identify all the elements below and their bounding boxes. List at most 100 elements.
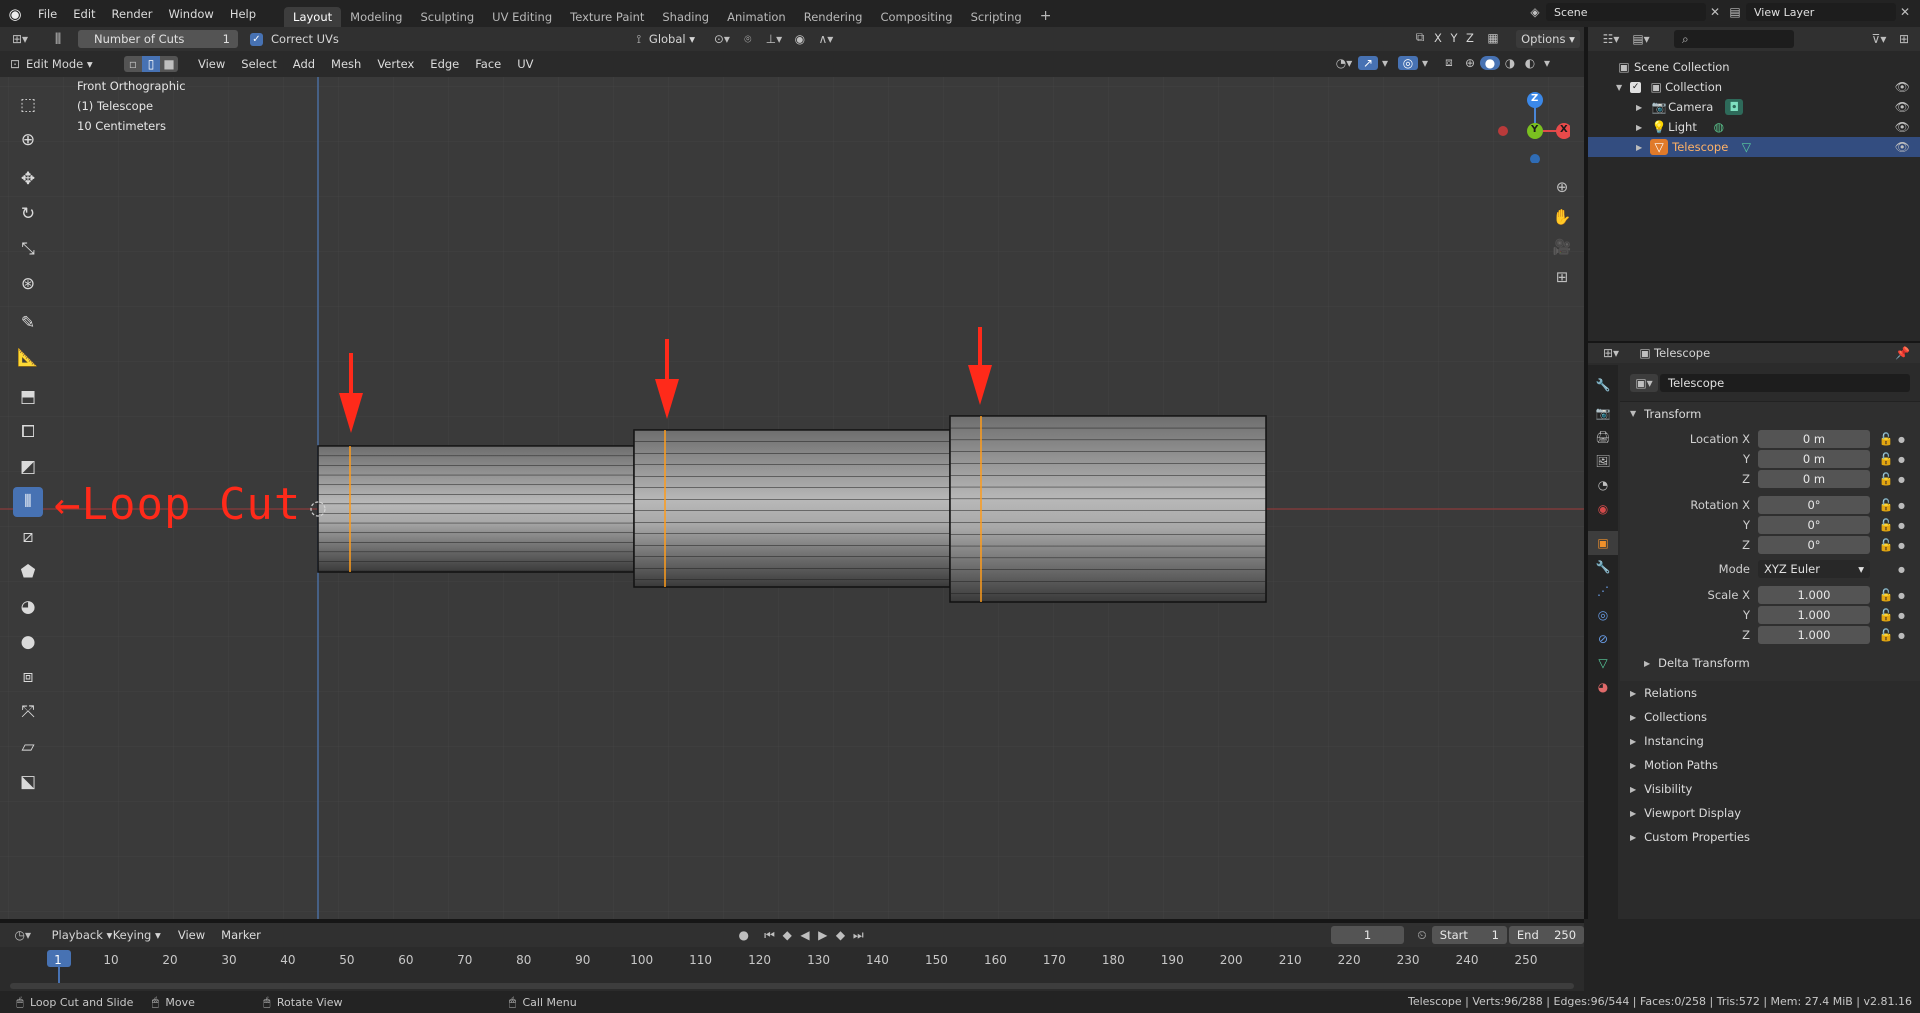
menu-window[interactable]: Window <box>160 7 221 21</box>
menu-uv[interactable]: UV <box>509 57 541 71</box>
navigation-gizmo[interactable]: Z Y X <box>1490 83 1572 164</box>
viewport-display-panel[interactable]: ▶ Viewport Display <box>1620 801 1920 825</box>
mode-dropdown[interactable]: Edit Mode ▾ <box>26 57 124 71</box>
axis-gizmo[interactable] <box>1490 83 1572 164</box>
pin-icon[interactable]: 📌 <box>1895 346 1910 360</box>
prev-keyframe-icon[interactable]: ◆ <box>778 928 796 942</box>
jump-start-icon[interactable]: ⏮ <box>761 928 779 943</box>
cursor-tool-icon[interactable]: ⊕ <box>13 125 43 155</box>
tab-modeling[interactable]: Modeling <box>341 7 411 27</box>
outliner-search-input[interactable]: ⌕ <box>1674 30 1794 48</box>
lock-icon[interactable]: 🔓 <box>1874 588 1898 602</box>
menu-file[interactable]: File <box>30 7 65 21</box>
keyframe-dot-icon[interactable]: ● <box>1898 611 1905 620</box>
pivot-icon[interactable]: ⊙▾ <box>707 32 737 46</box>
scale-z-field[interactable]: 1.000 <box>1758 626 1870 644</box>
location-y-field[interactable]: 0 m <box>1758 450 1870 468</box>
custom-properties-panel[interactable]: ▶ Custom Properties <box>1620 825 1920 849</box>
snap-target-icon[interactable]: ⊥▾ <box>759 32 789 46</box>
shrink-fatten-tool-icon[interactable]: ⤧ <box>13 697 43 727</box>
lock-icon[interactable]: 🔓 <box>1874 538 1898 552</box>
shear-tool-icon[interactable]: ▱ <box>13 732 43 762</box>
start-frame-field[interactable]: Start 1 <box>1431 926 1507 944</box>
timeline-scrollbar[interactable] <box>10 983 1574 989</box>
expand-icon[interactable]: ▼ <box>1616 83 1622 92</box>
knife-tool-icon[interactable]: ⧄ <box>13 522 43 552</box>
menu-face[interactable]: Face <box>467 57 509 71</box>
menu-view[interactable]: View <box>190 57 233 71</box>
delta-transform-subpanel[interactable]: ▶ Delta Transform <box>1620 653 1920 673</box>
pan-hand-icon[interactable]: ✋ <box>1548 203 1576 231</box>
lock-icon[interactable]: 🔓 <box>1874 608 1898 622</box>
outliner-item-light[interactable]: ▶ 💡 Light ◍ 👁 <box>1588 117 1920 137</box>
expand-icon[interactable]: ▶ <box>1636 123 1642 132</box>
edge-select-icon[interactable]: ▯ <box>142 56 160 72</box>
annotate-tool-icon[interactable]: ✎ <box>13 308 43 338</box>
blender-logo[interactable]: ◉ <box>0 5 30 23</box>
play-reverse-icon[interactable]: ◀ <box>796 928 814 942</box>
lock-icon[interactable]: 🔓 <box>1874 498 1898 512</box>
options-dropdown[interactable]: Options ▾ <box>1516 30 1580 48</box>
scene-field[interactable]: Scene <box>1546 3 1706 21</box>
outliner-scene-collection[interactable]: ▣ Scene Collection <box>1588 57 1920 77</box>
menu-add[interactable]: Add <box>285 57 323 71</box>
shading-dropdown-icon[interactable]: ▾ <box>1540 56 1554 70</box>
axis-y-toggle[interactable]: Y <box>1446 31 1462 45</box>
timeline-view-menu[interactable]: View <box>170 928 213 942</box>
rotation-mode-dropdown[interactable]: XYZ Euler ▾ <box>1758 560 1870 578</box>
tab-uv-editing[interactable]: UV Editing <box>483 7 561 27</box>
editor-type-icon[interactable]: ⊞▾ <box>0 32 40 46</box>
relations-panel[interactable]: ▶ Relations <box>1620 681 1920 705</box>
current-frame-field[interactable]: 1 <box>1331 926 1405 944</box>
object-tab-icon[interactable]: ▣ <box>1588 531 1618 555</box>
menu-render[interactable]: Render <box>104 7 161 21</box>
keyframe-dot-icon[interactable]: ● <box>1898 455 1905 464</box>
number-of-cuts-field[interactable]: Number of Cuts 1 <box>78 30 238 48</box>
overlay-icon[interactable]: ◎ <box>1398 55 1418 70</box>
object-icon[interactable]: ▣▾ <box>1630 374 1658 392</box>
render-tab-icon[interactable]: 📷 <box>1588 401 1618 425</box>
visibility-icon[interactable]: ◔▾ <box>1330 56 1358 70</box>
object-name-field[interactable]: Telescope <box>1660 374 1910 392</box>
ortho-toggle-icon[interactable]: ⊞ <box>1548 263 1576 291</box>
keyframe-dot-icon[interactable]: ● <box>1898 435 1905 444</box>
tube-medium[interactable] <box>633 429 951 588</box>
physics-tab-icon[interactable]: ◎ <box>1588 603 1618 627</box>
visibility-panel[interactable]: ▶ Visibility <box>1620 777 1920 801</box>
tube-large[interactable] <box>949 415 1267 603</box>
scale-y-field[interactable]: 1.000 <box>1758 606 1870 624</box>
bevel-tool-icon[interactable]: ◩ <box>13 452 43 482</box>
tab-sculpting[interactable]: Sculpting <box>411 7 483 27</box>
tab-compositing[interactable]: Compositing <box>871 7 961 27</box>
playback-menu[interactable]: Playback ▾ <box>52 928 113 942</box>
lock-icon[interactable]: 🔓 <box>1874 472 1898 486</box>
data-tab-icon[interactable]: ▽ <box>1588 651 1618 675</box>
rotation-z-field[interactable]: 0° <box>1758 536 1870 554</box>
keyframe-dot-icon[interactable]: ● <box>1898 475 1905 484</box>
axis-x-toggle[interactable]: X <box>1430 31 1446 45</box>
scene-tab-icon[interactable]: ◔ <box>1588 473 1618 497</box>
menu-select[interactable]: Select <box>233 57 284 71</box>
menu-edit[interactable]: Edit <box>65 7 103 21</box>
tab-texture-paint[interactable]: Texture Paint <box>561 7 653 27</box>
inset-tool-icon[interactable]: ⧠ <box>13 417 43 447</box>
lock-icon[interactable]: 🔓 <box>1874 432 1898 446</box>
keyframe-dot-icon[interactable]: ● <box>1898 521 1905 530</box>
light-data-icon[interactable]: ◍ <box>1711 120 1727 134</box>
vertex-select-icon[interactable]: ▫ <box>124 56 142 72</box>
zoom-icon[interactable]: ⊕ <box>1548 173 1576 201</box>
gizmo-icon[interactable]: ↗ <box>1358 55 1378 70</box>
eye-icon[interactable]: 👁 <box>1895 80 1910 94</box>
scale-tool-icon[interactable]: ⤡ <box>13 234 43 264</box>
editor-type-icon[interactable]: ☷▾ <box>1596 32 1626 46</box>
location-x-field[interactable]: 0 m <box>1758 430 1870 448</box>
output-tab-icon[interactable]: 🖨 <box>1588 425 1618 449</box>
select-box-tool-icon[interactable]: ⬚ <box>13 90 43 120</box>
world-tab-icon[interactable]: ◉ <box>1588 497 1618 521</box>
filter-icon[interactable]: ⊽▾ <box>1864 32 1894 46</box>
add-workspace-icon[interactable]: + <box>1031 5 1061 27</box>
wireframe-shading-icon[interactable]: ⊕ <box>1460 56 1480 70</box>
collection-checkbox[interactable]: ✓ <box>1630 81 1642 93</box>
marker-menu[interactable]: Marker <box>213 928 269 942</box>
expand-icon[interactable]: ▶ <box>1636 143 1642 152</box>
